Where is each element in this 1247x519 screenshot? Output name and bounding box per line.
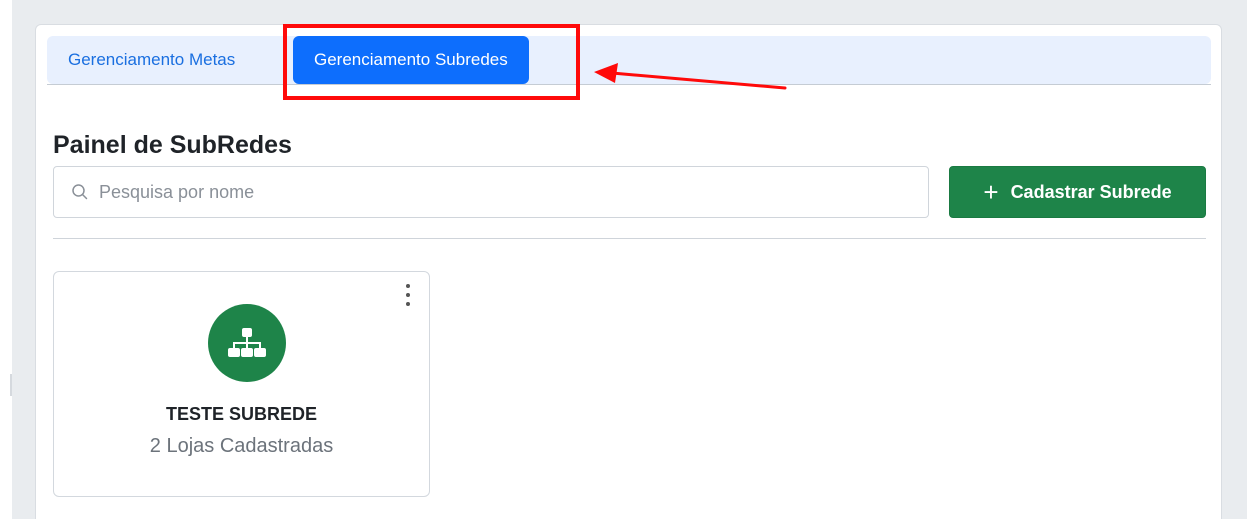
sitemap-icon bbox=[208, 304, 286, 382]
add-subrede-button[interactable]: + Cadastrar Subrede bbox=[949, 166, 1206, 218]
search-input[interactable] bbox=[99, 181, 879, 203]
more-options-icon[interactable] bbox=[404, 284, 412, 306]
tab-gerenciamento-subredes[interactable]: Gerenciamento Subredes bbox=[293, 36, 529, 84]
card-subtitle: 2 Lojas Cadastradas bbox=[149, 435, 334, 457]
left-edge-strip bbox=[0, 0, 12, 519]
annotation-arrow-icon bbox=[594, 63, 787, 90]
search-field[interactable] bbox=[53, 166, 929, 218]
tab-gerenciamento-metas[interactable]: Gerenciamento Metas bbox=[68, 36, 235, 84]
plus-icon: + bbox=[983, 177, 999, 207]
card-title: TESTE SUBREDE bbox=[165, 404, 318, 424]
page-title: Painel de SubRedes bbox=[53, 131, 292, 159]
add-subrede-label: Cadastrar Subrede bbox=[1010, 181, 1172, 202]
main-panel: Gerenciamento Metas Gerenciamento Subred… bbox=[35, 24, 1222, 519]
section-divider bbox=[53, 238, 1206, 239]
subrede-card[interactable]: TESTE SUBREDE 2 Lojas Cadastradas bbox=[53, 271, 430, 497]
search-icon bbox=[72, 184, 88, 200]
scroll-mark bbox=[10, 374, 12, 396]
